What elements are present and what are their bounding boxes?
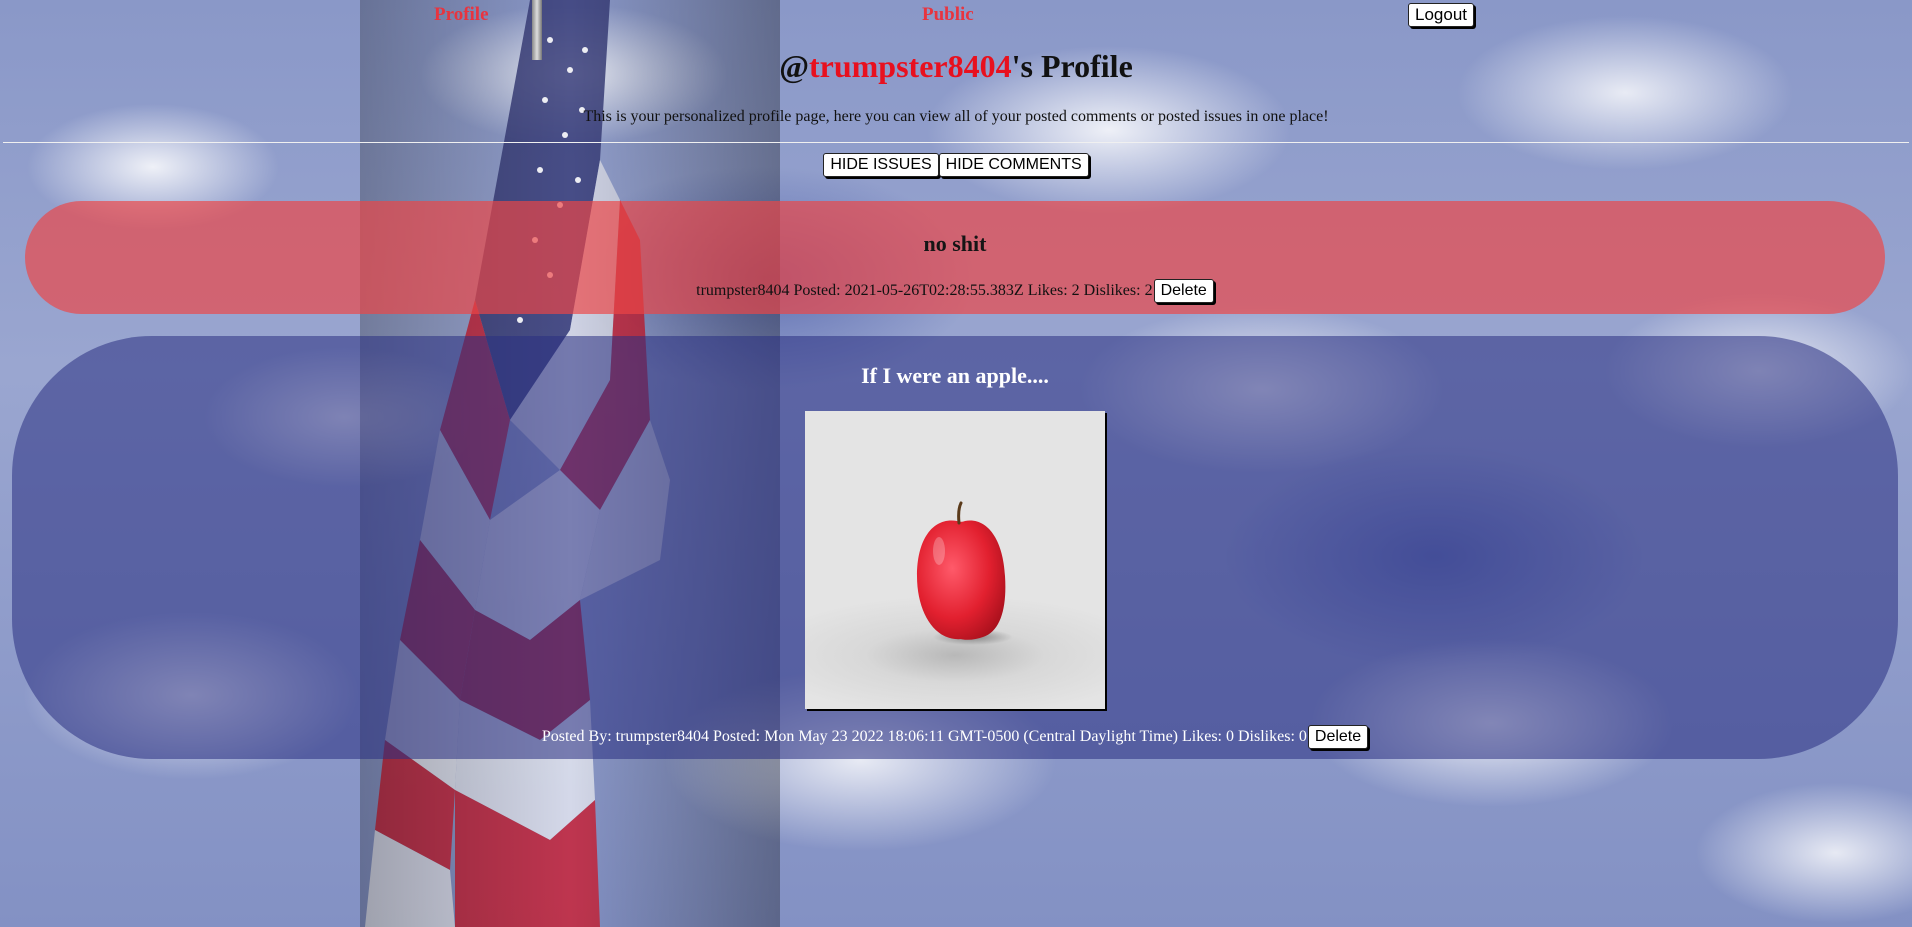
apple-icon	[917, 501, 1013, 645]
header-divider	[3, 142, 1909, 143]
issue-card: no shit trumpster8404 Posted: 2021-05-26…	[25, 201, 1885, 314]
toggle-button-row: HIDE ISSUES HIDE COMMENTS	[0, 153, 1912, 177]
nav-link-profile[interactable]: Profile	[434, 4, 489, 26]
profile-page: Profile Public Logout @trumpster8404's P…	[0, 0, 1912, 927]
logout-button[interactable]: Logout	[1408, 3, 1474, 27]
page-description: This is your personalized profile page, …	[583, 108, 1329, 125]
post-title: If I were an apple....	[861, 363, 1049, 388]
title-suffix: 's Profile	[1011, 48, 1133, 84]
issue-meta-text: trumpster8404 Posted: 2021-05-26T02:28:5…	[696, 282, 1153, 299]
title-at-prefix: @	[779, 48, 809, 84]
issue-title: no shit	[923, 231, 987, 256]
issue-meta-row: trumpster8404 Posted: 2021-05-26T02:28:5…	[25, 279, 1885, 303]
post-meta-text: Posted By: trumpster8404 Posted: Mon May…	[541, 728, 1307, 745]
issue-delete-button[interactable]: Delete	[1153, 279, 1214, 303]
nav-link-public[interactable]: Public	[922, 4, 974, 26]
post-meta-row: Posted By: trumpster8404 Posted: Mon May…	[12, 725, 1898, 749]
title-username: trumpster8404	[808, 48, 1012, 84]
post-delete-button[interactable]: Delete	[1307, 725, 1369, 749]
hide-issues-button[interactable]: HIDE ISSUES	[823, 153, 939, 177]
post-image	[805, 411, 1105, 709]
page-title: @trumpster8404's Profile	[0, 48, 1912, 85]
hide-comments-button[interactable]: HIDE COMMENTS	[938, 153, 1089, 177]
post-card: If I were an apple.... Posted By: trumps…	[12, 336, 1898, 759]
top-navigation: Profile Public Logout	[0, 0, 1912, 30]
